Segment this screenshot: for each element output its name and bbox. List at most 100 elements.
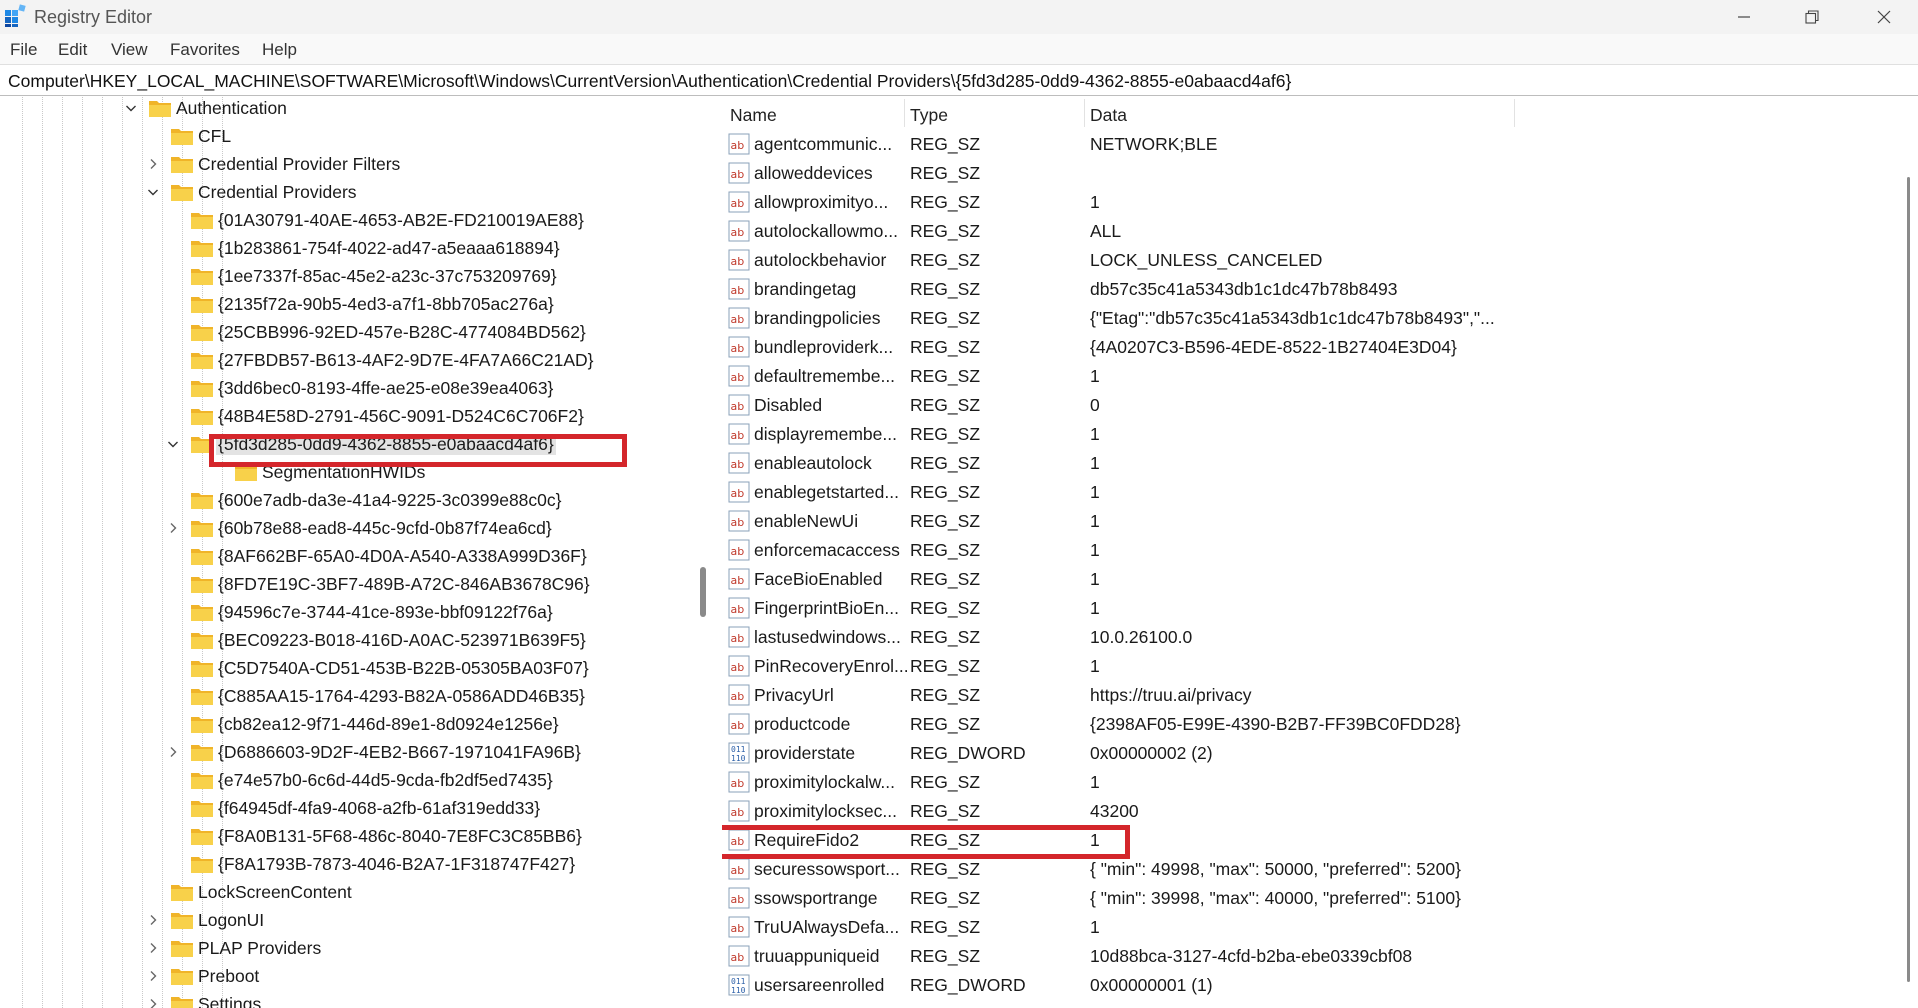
value-row-enableautolock[interactable]: ab enableautolock REG_SZ 1 <box>722 448 1892 477</box>
value-row-bundleproviderk[interactable]: ab bundleproviderk... REG_SZ {4A0207C3-B596… <box>722 332 1892 361</box>
tree-item-c5d7540a-cd51-453b-b22b-05305ba03f07[interactable]: {C5D7540A-CD51-453B-B22B-05305BA03F07} <box>0 654 700 682</box>
string-value-icon: ab <box>728 220 750 242</box>
tree-item-f8a0b131-5f68-486c-8040-7e8fc3c85bb6[interactable]: {F8A0B131-5F68-486c-8040-7E8FC3C85BB6} <box>0 822 700 850</box>
tree-item-plap-providers[interactable]: PLAP Providers <box>0 934 700 962</box>
tree-item-e74e57b0-6c6d-44d5-9cda-fb2df5ed7435[interactable]: {e74e57b0-6c6d-44d5-9cda-fb2df5ed7435} <box>0 766 700 794</box>
chevron-right-icon[interactable] <box>164 514 182 542</box>
tree-item-c885aa15-1764-4293-b82a-0586add46b35[interactable]: {C885AA15-1764-4293-B82A-0586ADD46B35} <box>0 682 700 710</box>
close-button[interactable] <box>1850 0 1918 34</box>
tree-item-bec09223-b018-416d-a0ac-523971b639f5[interactable]: {BEC09223-B018-416D-A0AC-523971B639F5} <box>0 626 700 654</box>
value-row-enforcemacaccess[interactable]: ab enforcemacaccess REG_SZ 1 <box>722 535 1892 564</box>
chevron-right-icon[interactable] <box>144 934 162 962</box>
tree-item-preboot[interactable]: Preboot <box>0 962 700 990</box>
value-row-autolockallowmo[interactable]: ab autolockallowmo... REG_SZ ALL <box>722 216 1892 245</box>
values-scrollbar[interactable] <box>1900 97 1918 1008</box>
tree-item-credential-provider-filters[interactable]: Credential Provider Filters <box>0 150 700 178</box>
values-list[interactable]: Name Type Data ab agentcommunic... REG_SZ N… <box>722 97 1918 1008</box>
column-header-data[interactable]: Data <box>1090 97 1127 129</box>
value-row-allowproximityo[interactable]: ab allowproximityo... REG_SZ 1 <box>722 187 1892 216</box>
minimize-button[interactable] <box>1710 0 1778 34</box>
svg-text:ab: ab <box>731 313 745 326</box>
tree-item-8fd7e19c-3bf7-489b-a72c-846ab3678c96[interactable]: {8FD7E19C-3BF7-489B-A72C-846AB3678C96} <box>0 570 700 598</box>
value-row-ssowsportrange[interactable]: ab ssowsportrange REG_SZ { "min": 39998, "m… <box>722 883 1892 912</box>
tree-item-600e7adb-da3e-41a4-9225-3c0399e88c0c[interactable]: {600e7adb-da3e-41a4-9225-3c0399e88c0c} <box>0 486 700 514</box>
menu-help[interactable]: Help <box>262 40 297 60</box>
value-row-truuappuniqueid[interactable]: ab truuappuniqueid REG_SZ 10d88bca-3127-4cf… <box>722 941 1892 970</box>
tree-item-cfl[interactable]: CFL <box>0 122 700 150</box>
tree-item-logonui[interactable]: LogonUI <box>0 906 700 934</box>
value-row-defaultremembe[interactable]: ab defaultremembe... REG_SZ 1 <box>722 361 1892 390</box>
column-divider[interactable] <box>1084 99 1085 127</box>
column-header-name[interactable]: Name <box>730 97 777 129</box>
value-row-providerstate[interactable]: 011 110 providerstate REG_DWORD 0x00000002 (… <box>722 738 1892 767</box>
chevron-down-icon[interactable] <box>122 97 140 122</box>
tree-item-48b4e58d-2791-456c-9091-d524c6c706f2[interactable]: {48B4E58D-2791-456C-9091-D524C6C706F2} <box>0 402 700 430</box>
value-row-autolockbehavior[interactable]: ab autolockbehavior REG_SZ LOCK_UNLESS_CANC… <box>722 245 1892 274</box>
value-row-alloweddevices[interactable]: ab alloweddevices REG_SZ <box>722 158 1892 187</box>
value-row-proximitylockalw[interactable]: ab proximitylockalw... REG_SZ 1 <box>722 767 1892 796</box>
tree-item-f64945df-4fa9-4068-a2fb-61af319edd33[interactable]: {f64945df-4fa9-4068-a2fb-61af319edd33} <box>0 794 700 822</box>
tree-item-settings[interactable]: Settings <box>0 990 700 1008</box>
tree-item-27fbdb57-b613-4af2-9d7e-4fa7a66c21ad[interactable]: {27FBDB57-B613-4AF2-9D7E-4FA7A66C21AD} <box>0 346 700 374</box>
value-row-proximitylocksec[interactable]: ab proximitylocksec... REG_SZ 43200 <box>722 796 1892 825</box>
value-row-usersareenrolled[interactable]: 011 110 usersareenrolled REG_DWORD 0x0000000… <box>722 970 1892 999</box>
tree-item-1ee7337f-85ac-45e2-a23c-37c753209769[interactable]: {1ee7337f-85ac-45e2-a23c-37c753209769} <box>0 262 700 290</box>
values-scrollbar-thumb[interactable] <box>1907 177 1910 982</box>
chevron-right-icon[interactable] <box>144 962 162 990</box>
tree-item-25cbb996-92ed-457e-b28c-4774084bd562[interactable]: {25CBB996-92ED-457e-B28C-4774084BD562} <box>0 318 700 346</box>
tree-item-3dd6bec0-8193-4ffe-ae25-e08e39ea4063[interactable]: {3dd6bec0-8193-4ffe-ae25-e08e39ea4063} <box>0 374 700 402</box>
value-row-pinrecoveryenrol[interactable]: ab PinRecoveryEnrol... REG_SZ 1 <box>722 651 1892 680</box>
tree-item-authentication[interactable]: Authentication <box>0 97 700 122</box>
value-row-lastusedwindows[interactable]: ab lastusedwindows... REG_SZ 10.0.26100.0 <box>722 622 1892 651</box>
registry-tree[interactable]: Authentication CFL Credential Provider Fil… <box>0 97 716 1008</box>
column-divider[interactable] <box>1514 99 1515 127</box>
tree-item-cb82ea12-9f71-446d-89e1-8d0924e1256e[interactable]: {cb82ea12-9f71-446d-89e1-8d0924e1256e} <box>0 710 700 738</box>
value-type: REG_SZ <box>910 685 981 705</box>
address-path[interactable]: Computer\HKEY_LOCAL_MACHINE\SOFTWARE\Mic… <box>8 71 1291 92</box>
address-bar[interactable]: Computer\HKEY_LOCAL_MACHINE\SOFTWARE\Mic… <box>0 64 1918 96</box>
restore-button[interactable] <box>1778 0 1846 34</box>
value-row-displayremembe[interactable]: ab displayremembe... REG_SZ 1 <box>722 419 1892 448</box>
value-row-productcode[interactable]: ab productcode REG_SZ {2398AF05-E99E-4390-B… <box>722 709 1892 738</box>
tree-item-d6886603-9d2f-4eb2-b667-1971041fa96b[interactable]: {D6886603-9D2F-4EB2-B667-1971041FA96B} <box>0 738 700 766</box>
tree-item-lockscreencontent[interactable]: LockScreenContent <box>0 878 700 906</box>
tree-scrollbar[interactable] <box>696 97 716 1008</box>
value-row-privacyurl[interactable]: ab PrivacyUrl REG_SZ https://truu.ai/privac… <box>722 680 1892 709</box>
tree-item-01a30791-40ae-4653-ab2e-fd210019ae88[interactable]: {01A30791-40AE-4653-AB2E-FD210019AE88} <box>0 206 700 234</box>
column-divider[interactable] <box>904 99 905 127</box>
value-row-facebioenabled[interactable]: ab FaceBioEnabled REG_SZ 1 <box>722 564 1892 593</box>
value-row-brandingetag[interactable]: ab brandingetag REG_SZ db57c35c41a5343db1c1… <box>722 274 1892 303</box>
value-row-fingerprintbioen[interactable]: ab FingerprintBioEn... REG_SZ 1 <box>722 593 1892 622</box>
menu-edit[interactable]: Edit <box>58 40 87 60</box>
tree-item-1b283861-754f-4022-ad47-a5eaaa618894[interactable]: {1b283861-754f-4022-ad47-a5eaaa618894} <box>0 234 700 262</box>
value-data: {2398AF05-E99E-4390-B2B7-FF39BC0FDD28} <box>1090 714 1461 734</box>
chevron-right-icon[interactable] <box>164 738 182 766</box>
chevron-right-icon[interactable] <box>144 150 162 178</box>
value-type: REG_SZ <box>910 917 981 937</box>
tree-item-credential-providers[interactable]: Credential Providers <box>0 178 700 206</box>
menu-view[interactable]: View <box>111 40 148 60</box>
string-value-icon: ab <box>728 278 750 300</box>
string-value-icon: ab <box>728 133 750 155</box>
tree-item-94596c7e-3744-41ce-893e-bbf09122f76a[interactable]: {94596c7e-3744-41ce-893e-bbf09122f76a} <box>0 598 700 626</box>
column-header-type[interactable]: Type <box>910 97 948 129</box>
tree-scrollbar-thumb[interactable] <box>700 567 706 617</box>
tree-item-8af662bf-65a0-4d0a-a540-a338a999d36f[interactable]: {8AF662BF-65A0-4D0A-A540-A338A999D36F} <box>0 542 700 570</box>
menu-file[interactable]: File <box>10 40 37 60</box>
chevron-down-icon[interactable] <box>144 178 162 206</box>
value-data: 0x00000001 (1) <box>1090 975 1213 995</box>
tree-item-60b78e88-ead8-445c-9cfd-0b87f74ea6cd[interactable]: {60b78e88-ead8-445c-9cfd-0b87f74ea6cd} <box>0 514 700 542</box>
tree-item-f8a1793b-7873-4046-b2a7-1f318747f427[interactable]: {F8A1793B-7873-4046-B2A7-1F318747F427} <box>0 850 700 878</box>
menu-favorites[interactable]: Favorites <box>170 40 240 60</box>
value-row-enablenewui[interactable]: ab enableNewUi REG_SZ 1 <box>722 506 1892 535</box>
value-row-enablegetstarted[interactable]: ab enablegetstarted... REG_SZ 1 <box>722 477 1892 506</box>
value-row-agentcommunic[interactable]: ab agentcommunic... REG_SZ NETWORK;BLE <box>722 129 1892 158</box>
tree-item-label: Credential Providers <box>198 182 357 202</box>
chevron-down-icon[interactable] <box>164 430 182 458</box>
tree-item-2135f72a-90b5-4ed3-a7f1-8bb705ac276a[interactable]: {2135f72a-90b5-4ed3-a7f1-8bb705ac276a} <box>0 290 700 318</box>
value-row-brandingpolicies[interactable]: ab brandingpolicies REG_SZ {"Etag":"db57c35… <box>722 303 1892 332</box>
value-row-truualwaysdefa[interactable]: ab TruUAlwaysDefa... REG_SZ 1 <box>722 912 1892 941</box>
value-row-disabled[interactable]: ab Disabled REG_SZ 0 <box>722 390 1892 419</box>
chevron-right-icon[interactable] <box>144 990 162 1008</box>
chevron-right-icon[interactable] <box>144 906 162 934</box>
